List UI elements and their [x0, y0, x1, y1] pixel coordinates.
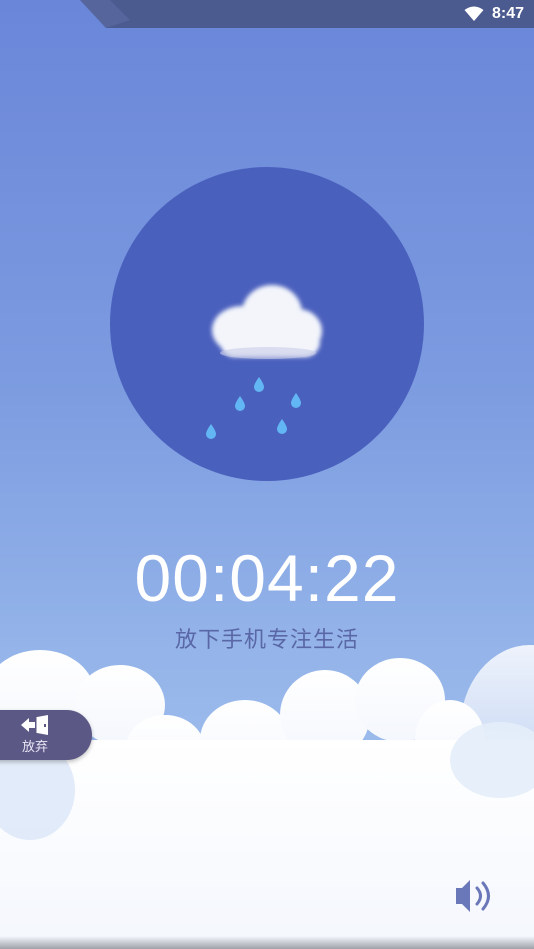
- status-time: 8:47: [491, 5, 524, 22]
- bottom-edge-shadow: [0, 936, 534, 949]
- give-up-label: 放弃: [21, 740, 48, 755]
- focus-timer: 00:04:22: [134, 541, 400, 615]
- status-bar-background: [80, 0, 534, 28]
- status-bar: 8:47: [0, 0, 534, 28]
- give-up-button[interactable]: 放弃: [0, 710, 92, 760]
- wifi-icon: [464, 6, 484, 21]
- exit-door-icon: [21, 715, 48, 735]
- speaker-icon[interactable]: [452, 872, 504, 918]
- cloud-icon: [212, 285, 322, 359]
- rain-icon: [206, 377, 301, 439]
- status-right: 8:47: [464, 4, 524, 24]
